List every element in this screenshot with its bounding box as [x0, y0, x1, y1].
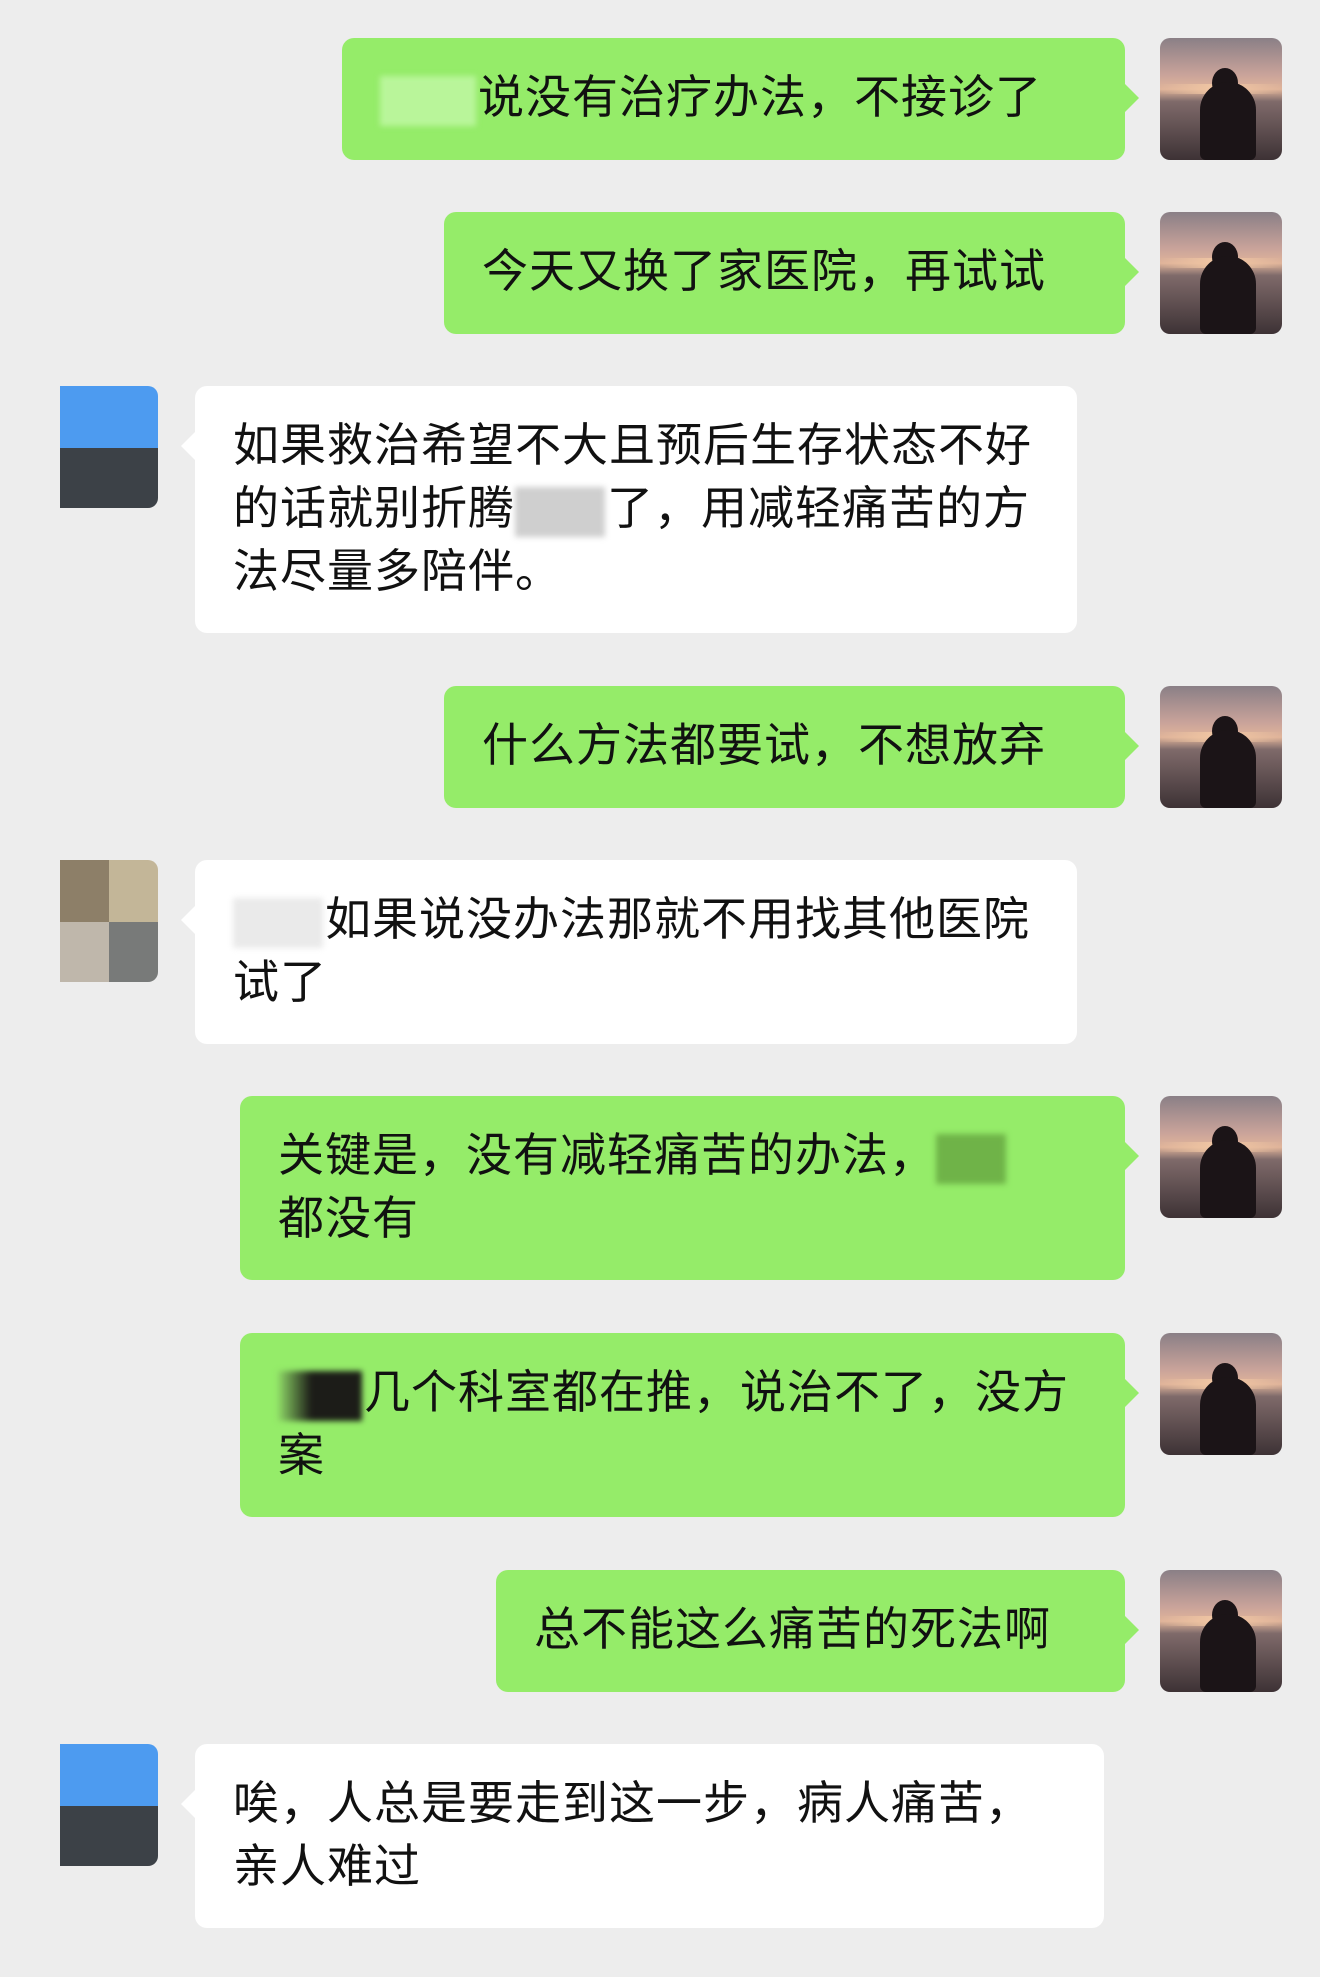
message-text: 关键是，没有减轻痛苦的办法，	[278, 1128, 936, 1182]
user-avatar[interactable]	[1160, 212, 1282, 334]
redacted-text	[515, 486, 605, 537]
message-bubble[interactable]: 今天又换了家医院，再试试	[444, 212, 1139, 334]
message-text: 今天又换了家医院，再试试	[482, 244, 1046, 298]
contact-avatar[interactable]	[36, 386, 158, 508]
message-bubble[interactable]: 如果说没办法那就不用找其他医院试了	[181, 860, 1077, 1044]
user-avatar[interactable]	[1160, 38, 1282, 160]
message-text: 唉，人总是要走到这一步，病人痛苦，亲人难过	[233, 1776, 1032, 1893]
message-text: 什么方法都要试，不想放弃	[482, 718, 1046, 772]
message-text: 几个科室都在推，说治不了，没方案	[278, 1365, 1069, 1482]
message-bubble[interactable]: 关键是，没有减轻痛苦的办法， 都没有	[240, 1096, 1139, 1280]
message-bubble[interactable]: 如果救治希望不大且预后生存状态不好的话就别折腾 了，用减轻痛苦的方法尽量多陪伴。	[181, 386, 1077, 633]
message-bubble[interactable]: 总不能这么痛苦的死法啊	[496, 1570, 1139, 1692]
message-bubble[interactable]: 唉，人总是要走到这一步，病人痛苦，亲人难过	[181, 1744, 1104, 1928]
message-text: 都没有	[278, 1191, 419, 1245]
message-text: 说没有治疗办法，不接诊了	[478, 70, 1042, 124]
contact-avatar[interactable]	[36, 1744, 158, 1866]
user-avatar[interactable]	[1160, 686, 1282, 808]
message-bubble[interactable]: 什么方法都要试，不想放弃	[444, 686, 1139, 808]
redacted-text	[380, 75, 476, 126]
redacted-text	[936, 1133, 1006, 1184]
message-bubble[interactable]: 几个科室都在推，说治不了，没方案	[240, 1333, 1139, 1517]
message-bubble[interactable]: 说没有治疗办法，不接诊了	[342, 38, 1139, 160]
contact-avatar[interactable]	[36, 860, 158, 982]
message-text: 总不能这么痛苦的死法啊	[534, 1602, 1051, 1656]
redacted-text	[278, 1370, 362, 1421]
redacted-text	[233, 897, 323, 948]
user-avatar[interactable]	[1160, 1570, 1282, 1692]
user-avatar[interactable]	[1160, 1333, 1282, 1455]
message-text: 如果说没办法那就不用找其他医院试了	[233, 892, 1030, 1009]
chat-screen: { "colors": { "background": "#ededed", "…	[0, 0, 1320, 1977]
user-avatar[interactable]	[1160, 1096, 1282, 1218]
